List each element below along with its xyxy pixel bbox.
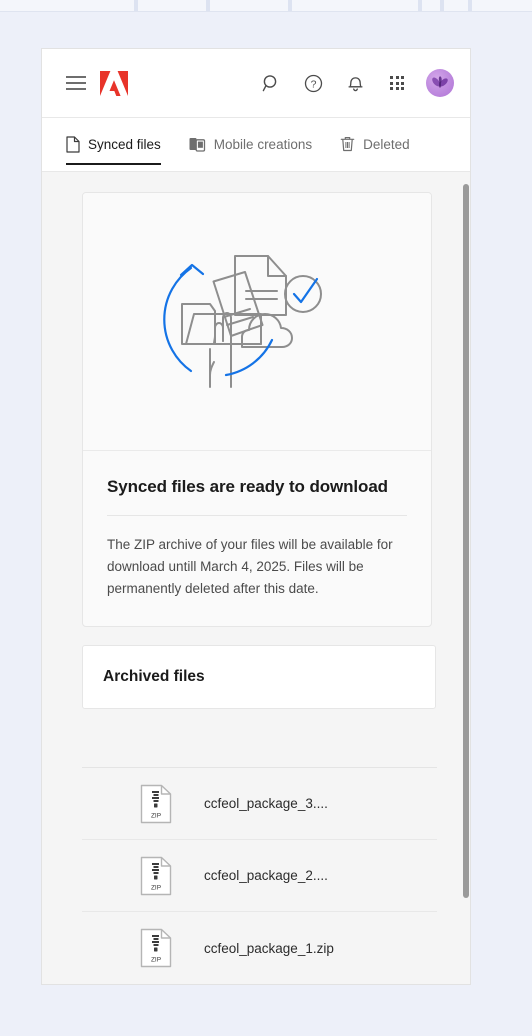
svg-text:ZIP: ZIP [151,812,161,819]
search-icon[interactable] [254,66,288,100]
file-name: ccfeol_package_1.zip [204,940,334,956]
tab-active-underline [66,163,161,165]
synced-files-ready-card: Synced files are ready to download The Z… [82,192,432,627]
sync-to-cloud-illustration [83,193,431,451]
content-inner: Synced files are ready to download The Z… [42,172,470,984]
tab-label: Mobile creations [213,137,313,152]
adobe-logo-icon[interactable] [100,70,128,96]
grid-dot [395,81,399,85]
help-icon[interactable]: ? [296,66,330,100]
hero-body: Synced files are ready to download The Z… [83,451,431,626]
svg-text:ZIP: ZIP [151,957,161,964]
file-name: ccfeol_package_3.... [204,796,328,811]
chrome-tick [134,0,138,11]
grid-dot [390,87,393,90]
avatar-butterfly-icon [432,76,448,88]
document-icon [66,136,80,153]
chrome-tick [418,0,422,11]
grid-dot [395,87,399,90]
tab-mobile-creations[interactable]: Mobile creations [189,118,312,171]
app-header: ? [42,49,470,118]
grid-dot [390,81,393,85]
zip-file-icon: ZIP [140,856,172,896]
hero-description: The ZIP archive of your files will be av… [107,537,393,596]
archived-files-title: Archived files [103,668,205,685]
zip-file-icon: ZIP [140,928,172,968]
tab-bar: Synced files Mobile creations Deleted [42,118,470,172]
grid-dot [390,76,393,79]
hamburger-menu-icon[interactable] [66,72,88,94]
chrome-tick [440,0,444,11]
page-title: Synced files are ready to download [107,477,388,496]
list-item[interactable]: ZIP ccfeol_package_1.zip [82,912,437,984]
file-name: ccfeol_package_2.... [204,868,328,883]
grid-dot [395,76,399,79]
mobile-device-icon [189,136,206,153]
content-scrollbar[interactable] [462,172,470,984]
browser-chrome-strip [0,0,532,12]
notifications-icon[interactable] [338,66,372,100]
grid-dot [401,81,404,85]
grid-dot [401,87,404,90]
list-item[interactable]: ZIP ccfeol_package_2.... [82,840,437,912]
tab-label: Deleted [363,137,410,152]
archived-files-card[interactable]: Archived files [82,645,436,709]
svg-text:?: ? [310,78,316,90]
hamburger-line [66,88,86,90]
svg-text:ZIP: ZIP [151,884,161,891]
scrollbar-thumb[interactable] [463,184,469,898]
hamburger-line [66,76,86,78]
tab-synced-files[interactable]: Synced files [66,118,161,171]
tab-label: Synced files [88,137,161,152]
app-grid-icon[interactable] [380,66,414,100]
list-item[interactable]: ZIP ccfeol_package_3.... [82,768,437,840]
hamburger-line [66,82,86,84]
grid-dot [401,76,404,79]
tab-deleted[interactable]: Deleted [340,118,410,171]
chrome-tick [206,0,210,11]
chrome-tick [288,0,292,11]
zip-file-icon: ZIP [140,784,172,824]
archived-files-list: ZIP ccfeol_package_3.... ZIP ccfeol_pack… [82,767,437,984]
avatar[interactable] [426,69,454,97]
trash-icon [340,136,355,153]
hero-divider [107,515,407,516]
app-grid-dots [390,76,404,90]
chrome-tick [468,0,472,11]
app-window: ? Synced files Mobile creations Deleted … [41,48,471,985]
content-area: Synced files are ready to download The Z… [42,172,470,984]
